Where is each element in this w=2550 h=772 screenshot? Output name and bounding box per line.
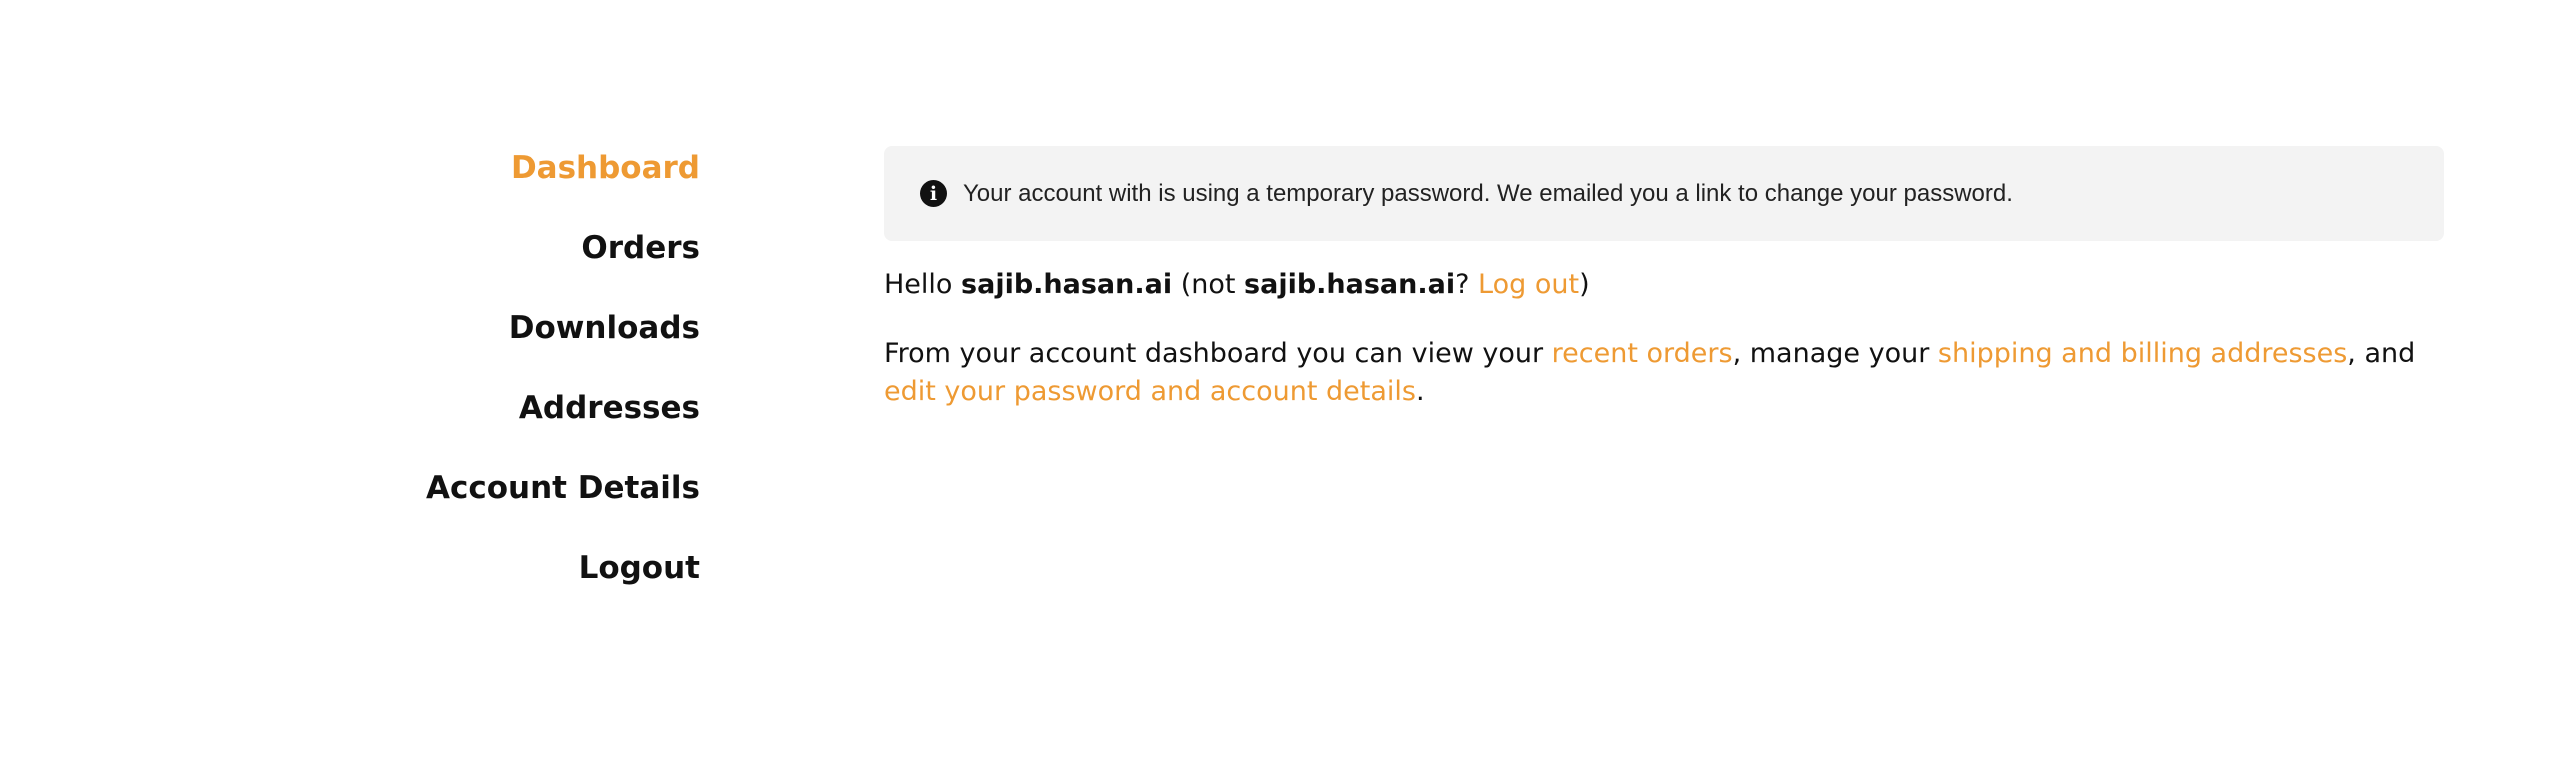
sidebar-item-account-details[interactable]: Account Details bbox=[426, 466, 700, 510]
info-icon: i bbox=[920, 180, 947, 207]
greeting-hello: Hello bbox=[884, 269, 962, 300]
intro-text-3: , and bbox=[2347, 338, 2416, 369]
greeting-not-open: (not bbox=[1172, 269, 1245, 300]
sidebar-item-orders[interactable]: Orders bbox=[581, 226, 700, 270]
recent-orders-link[interactable]: recent orders bbox=[1552, 338, 1733, 369]
greeting-close: ) bbox=[1579, 269, 1590, 300]
greeting-username: sajib.hasan.ai bbox=[961, 269, 1173, 300]
account-content: i Your account with is using a temporary… bbox=[884, 146, 2444, 438]
sidebar-item-logout[interactable]: Logout bbox=[579, 546, 700, 590]
account-details-link[interactable]: edit your password and account details bbox=[884, 376, 1416, 407]
intro-text-1: From your account dashboard you can view… bbox=[884, 338, 1552, 369]
intro-text-4: . bbox=[1415, 376, 1425, 407]
addresses-link[interactable]: shipping and billing addresses bbox=[1938, 338, 2347, 369]
greeting: Hello sajib.hasan.ai (not sajib.hasan.ai… bbox=[884, 265, 2444, 305]
log-out-link[interactable]: Log out bbox=[1478, 269, 1579, 300]
temporary-password-notice: i Your account with is using a temporary… bbox=[884, 146, 2444, 241]
dashboard-intro: From your account dashboard you can view… bbox=[884, 335, 2444, 411]
intro-text-2: , manage your bbox=[1732, 338, 1938, 369]
sidebar-item-downloads[interactable]: Downloads bbox=[509, 306, 700, 350]
sidebar-item-dashboard[interactable]: Dashboard bbox=[511, 146, 700, 190]
notice-text: Your account with is using a temporary p… bbox=[963, 179, 2013, 207]
greeting-not-username: sajib.hasan.ai bbox=[1244, 269, 1456, 300]
greeting-question: ? bbox=[1455, 269, 1479, 300]
sidebar-item-addresses[interactable]: Addresses bbox=[519, 386, 700, 430]
